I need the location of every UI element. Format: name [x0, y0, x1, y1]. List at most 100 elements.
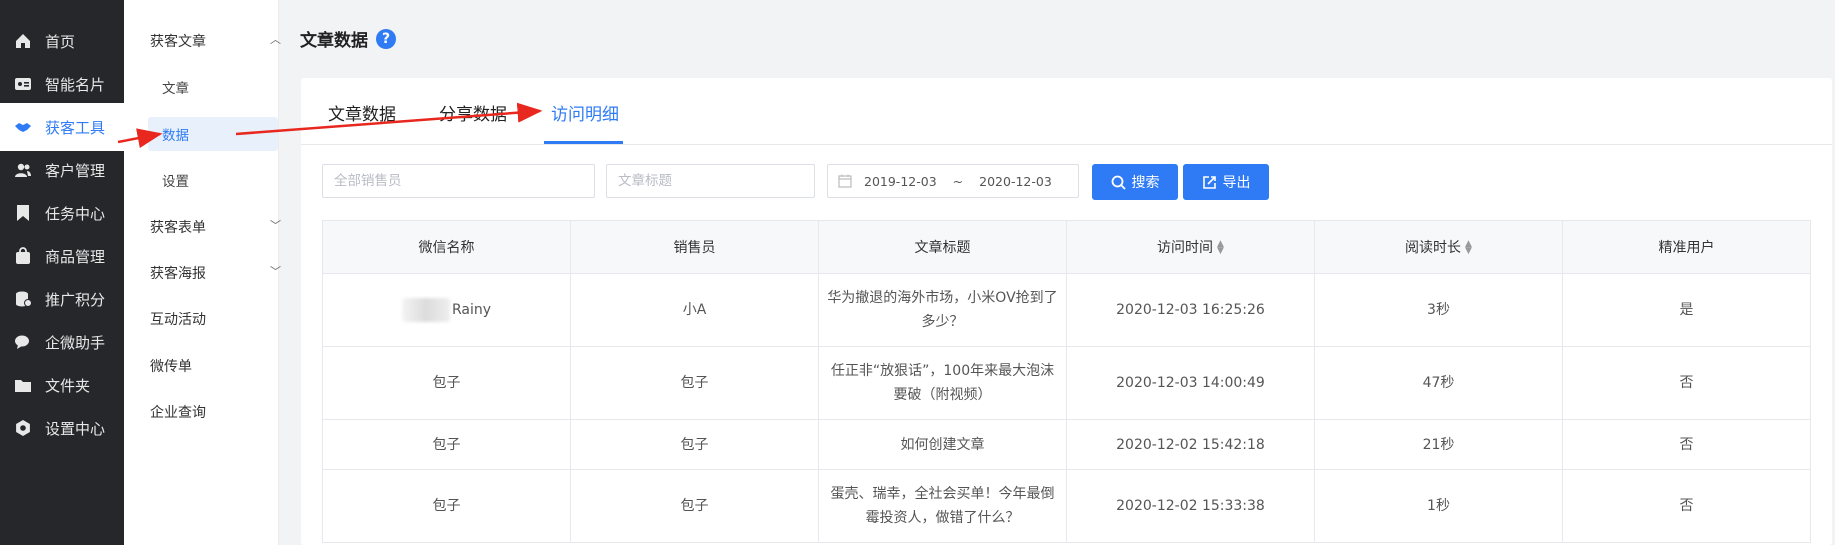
article-title-field[interactable] — [606, 164, 815, 198]
submenu-item-company-lookup[interactable]: 企业查询 — [150, 402, 206, 422]
nav-item-acquisition-tools[interactable]: 获客工具 — [0, 103, 124, 151]
submenu-group-forms[interactable]: 获客表单 ﹀ — [150, 217, 281, 237]
nav-item-settings[interactable]: 设置中心 — [0, 404, 124, 452]
date-range-picker[interactable]: 2019-12-03 ~ 2020-12-03 — [827, 164, 1079, 198]
search-icon — [1111, 175, 1126, 190]
cell-wechat-name: 包子 — [322, 419, 571, 470]
cell-wechat-name: 包子 — [322, 346, 571, 420]
calendar-icon — [838, 174, 852, 188]
cell-precise-user: 否 — [1562, 469, 1811, 543]
visit-details-table: 微信名称 销售员 文章标题 访问时间 ▲ ▼ 阅读时长 ▲ ▼ 精准用户 Rainy 小… — [322, 220, 1811, 543]
submenu-item-flyer[interactable]: 微传单 — [150, 356, 192, 376]
cell-wechat-name-text: Rainy — [451, 302, 492, 318]
blurred-avatar — [401, 298, 450, 322]
cell-wechat-name: Rainy — [322, 273, 571, 347]
cell-salesperson: 包子 — [570, 346, 819, 420]
tab-share-data[interactable]: 分享数据 — [439, 100, 507, 125]
table-row: 包子 包子 任正非“放狠话”，100年来最大泡沫要破（附视频） 2020-12-… — [322, 346, 1811, 420]
submenu-item-article[interactable]: 文章 — [162, 77, 189, 97]
column-header: 精准用户 — [1562, 220, 1811, 274]
salesperson-select[interactable] — [322, 164, 595, 198]
nav-item-label: 商品管理 — [45, 247, 106, 266]
nav-item-wecom-assistant[interactable]: 企微助手 — [0, 318, 124, 366]
tab-visit-details[interactable]: 访问明细 — [551, 100, 619, 125]
cell-read-duration: 3秒 — [1314, 273, 1563, 347]
coins-icon — [14, 290, 32, 308]
cell-visit-time: 2020-12-03 16:25:26 — [1066, 273, 1315, 347]
nav-item-label: 推广积分 — [45, 290, 106, 309]
tab-bar: 文章数据 分享数据 访问明细 — [301, 78, 1832, 145]
nav-item-home[interactable]: 首页 — [0, 17, 124, 65]
submenu-group-label: 获客海报 — [150, 266, 206, 282]
nav-item-label: 任务中心 — [45, 204, 106, 223]
chat-icon — [14, 333, 32, 351]
column-header: 文章标题 — [818, 220, 1067, 274]
cell-article-title: 任正非“放狠话”，100年来最大泡沫要破（附视频） — [818, 346, 1067, 420]
cell-wechat-name: 包子 — [322, 469, 571, 543]
submenu-group-label: 获客表单 — [150, 220, 206, 236]
bag-icon — [14, 247, 32, 265]
gear-icon — [14, 419, 32, 437]
date-from[interactable]: 2019-12-03 — [864, 174, 937, 189]
chevron-down-icon: ﹀ — [270, 219, 281, 232]
nav-item-smart-card[interactable]: 智能名片 — [0, 60, 124, 108]
column-header: 销售员 — [570, 220, 819, 274]
handshake-icon — [14, 118, 32, 136]
date-to[interactable]: 2020-12-03 — [979, 174, 1052, 189]
users-icon — [14, 161, 32, 179]
sort-icon[interactable]: ▲ ▼ — [1465, 240, 1472, 256]
submenu-item-activities[interactable]: 互动活动 — [150, 309, 206, 329]
nav-item-label: 企微助手 — [45, 333, 106, 352]
column-header: 微信名称 — [322, 220, 571, 274]
chevron-down-icon: ﹀ — [270, 265, 281, 278]
tab-article-data[interactable]: 文章数据 — [328, 100, 396, 125]
submenu-group-label: 获客文章 — [150, 34, 206, 50]
active-tab-indicator — [544, 141, 623, 144]
submenu-group-posters[interactable]: 获客海报 ﹀ — [150, 263, 281, 283]
cell-precise-user: 否 — [1562, 419, 1811, 470]
table-row: Rainy 小A 华为撤退的海外市场，小米OV抢到了多少？ 2020-12-03… — [322, 273, 1811, 347]
submenu-item-settings[interactable]: 设置 — [162, 170, 189, 190]
table-header-row: 微信名称 销售员 文章标题 访问时间 ▲ ▼ 阅读时长 ▲ ▼ 精准用户 — [322, 220, 1811, 274]
export-button[interactable]: 导出 — [1183, 164, 1269, 200]
cell-precise-user: 是 — [1562, 273, 1811, 347]
cell-article-title: 如何创建文章 — [818, 419, 1067, 470]
export-icon — [1202, 175, 1216, 189]
cell-visit-time: 2020-12-03 14:00:49 — [1066, 346, 1315, 420]
sub-menu: 获客文章 ︿ 文章 数据 设置 获客表单 ﹀ 获客海报 ﹀ 互动活动 微传单 企… — [124, 0, 281, 545]
card-icon — [14, 75, 32, 93]
nav-item-label: 获客工具 — [45, 118, 106, 137]
page-title-text: 文章数据 — [300, 31, 368, 51]
nav-item-products[interactable]: 商品管理 — [0, 232, 124, 280]
nav-item-folders[interactable]: 文件夹 — [0, 361, 124, 409]
column-header-read-duration[interactable]: 阅读时长 ▲ ▼ — [1314, 220, 1563, 274]
home-icon — [14, 32, 32, 50]
help-icon[interactable]: ? — [376, 28, 396, 49]
nav-item-points[interactable]: 推广积分 — [0, 275, 124, 323]
nav-item-customers[interactable]: 客户管理 — [0, 146, 124, 194]
cell-read-duration: 21秒 — [1314, 419, 1563, 470]
cell-article-title: 华为撤退的海外市场，小米OV抢到了多少？ — [818, 273, 1067, 347]
date-separator: ~ — [952, 173, 964, 189]
export-button-label: 导出 — [1222, 175, 1251, 191]
table-row: 包子 包子 如何创建文章 2020-12-02 15:42:18 21秒 否 — [322, 419, 1811, 470]
column-header-visit-time[interactable]: 访问时间 ▲ ▼ — [1066, 220, 1315, 274]
search-button[interactable]: 搜索 — [1092, 164, 1178, 200]
submenu-item-data[interactable]: 数据 — [162, 124, 189, 144]
folder-icon — [14, 376, 32, 394]
salesperson-input[interactable] — [323, 165, 594, 197]
cell-read-duration: 1秒 — [1314, 469, 1563, 543]
column-header-label: 阅读时长 — [1405, 240, 1462, 256]
table-row: 包子 包子 蛋壳、瑞幸，全社会买单！今年最倒霉投资人，做错了什么？ 2020-1… — [322, 469, 1811, 543]
nav-item-label: 客户管理 — [45, 161, 106, 180]
sort-icon[interactable]: ▲ ▼ — [1217, 240, 1224, 256]
nav-item-tasks[interactable]: 任务中心 — [0, 189, 124, 237]
submenu-group-articles[interactable]: 获客文章 ︿ — [150, 31, 281, 51]
content-card: 文章数据 分享数据 访问明细 2019-12-03 ~ 2020-12-03 搜… — [301, 78, 1832, 545]
cell-visit-time: 2020-12-02 15:33:38 — [1066, 469, 1315, 543]
nav-item-label: 设置中心 — [45, 419, 106, 438]
cell-precise-user: 否 — [1562, 346, 1811, 420]
bookmark-icon — [14, 204, 32, 222]
chevron-up-icon: ︿ — [270, 33, 281, 46]
article-title-input[interactable] — [607, 165, 814, 197]
